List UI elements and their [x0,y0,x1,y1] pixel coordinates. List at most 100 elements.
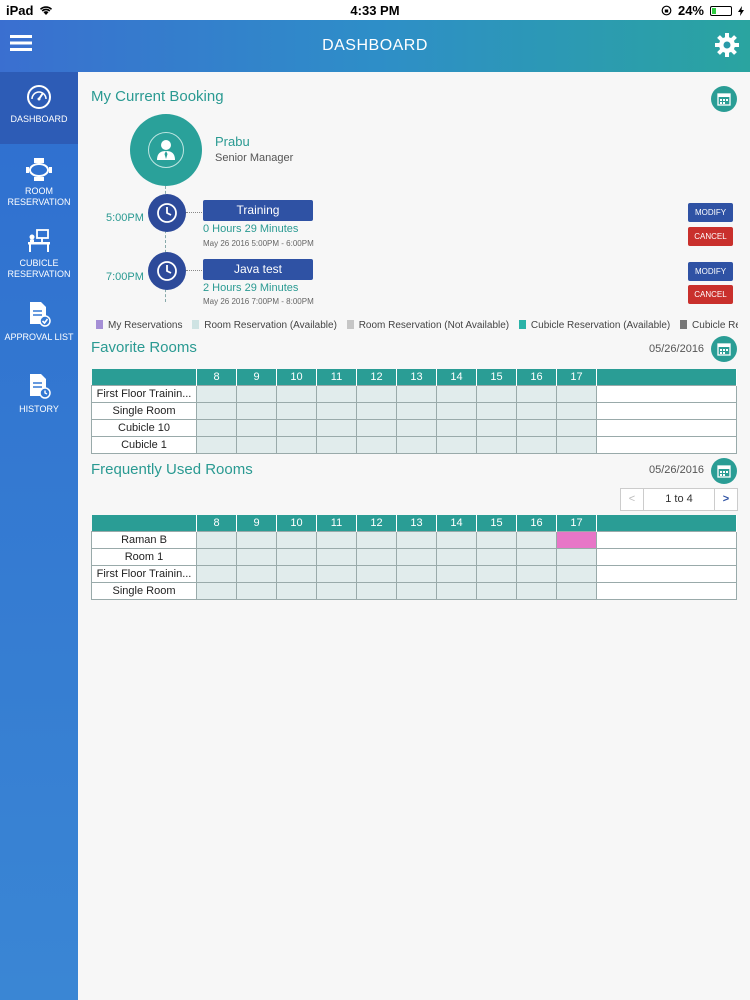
time-slot[interactable] [276,530,317,549]
sidebar-item-dashboard[interactable]: DASHBOARD [0,72,78,144]
favorite-calendar-button[interactable] [711,336,737,362]
time-slot[interactable] [276,435,317,454]
time-slot[interactable] [276,547,317,566]
cancel-button[interactable]: CANCEL [688,285,733,304]
prev-page-button[interactable]: < [621,489,644,510]
time-slot[interactable] [276,564,317,583]
time-slot[interactable] [276,401,317,420]
sidebar-item-cubicle-reservation[interactable]: CUBICLE RESERVATION [0,216,78,288]
time-slot[interactable] [316,401,357,420]
time-slot[interactable] [516,401,557,420]
time-slot[interactable] [196,581,237,600]
time-slot[interactable] [516,530,557,549]
table-row: First Floor Trainin... [91,564,737,583]
time-slot[interactable] [356,401,397,420]
time-slot[interactable] [396,384,437,403]
time-slot[interactable] [396,547,437,566]
time-slot[interactable] [436,564,477,583]
time-slot[interactable] [476,384,517,403]
time-slot[interactable] [196,547,237,566]
time-slot[interactable] [236,530,277,549]
time-slot[interactable] [476,418,517,437]
time-slot[interactable] [396,564,437,583]
frequent-calendar-button[interactable] [711,458,737,484]
time-slot[interactable] [556,581,597,600]
cancel-button[interactable]: CANCEL [688,227,733,246]
time-slot[interactable] [556,564,597,583]
modify-button[interactable]: MODIFY [688,262,733,281]
time-slot[interactable] [316,384,357,403]
time-slot[interactable] [476,564,517,583]
time-slot[interactable] [476,547,517,566]
time-slot[interactable] [316,435,357,454]
time-slot[interactable] [236,435,277,454]
time-slot[interactable] [556,418,597,437]
sidebar-item-approval-list[interactable]: APPROVAL LIST [0,288,78,360]
time-slot[interactable] [236,384,277,403]
time-slot[interactable] [196,401,237,420]
time-slot[interactable] [316,418,357,437]
time-slot[interactable] [516,384,557,403]
booked-slot[interactable] [556,530,597,549]
time-slot[interactable] [396,581,437,600]
time-slot[interactable] [396,401,437,420]
frequent-rooms-title: Frequently Used Rooms [91,461,253,478]
time-slot[interactable] [316,581,357,600]
time-slot[interactable] [436,530,477,549]
time-slot[interactable] [356,530,397,549]
time-slot[interactable] [356,435,397,454]
time-slot[interactable] [436,418,477,437]
time-slot[interactable] [436,547,477,566]
time-slot[interactable] [396,530,437,549]
time-slot[interactable] [276,581,317,600]
time-slot[interactable] [556,401,597,420]
time-slot[interactable] [556,435,597,454]
time-slot[interactable] [476,435,517,454]
time-slot[interactable] [476,581,517,600]
time-slot[interactable] [196,564,237,583]
booking-title[interactable]: Training [203,200,313,221]
next-page-button[interactable]: > [714,489,737,510]
time-slot[interactable] [236,418,277,437]
booking-calendar-button[interactable] [711,86,737,112]
sidebar-item-room-reservation[interactable]: ROOM RESERVATION [0,144,78,216]
booking-title[interactable]: Java test [203,259,313,280]
time-slot[interactable] [516,581,557,600]
time-slot[interactable] [476,530,517,549]
time-slot[interactable] [516,564,557,583]
time-slot[interactable] [436,401,477,420]
time-slot[interactable] [516,435,557,454]
time-slot[interactable] [236,564,277,583]
time-slot[interactable] [316,530,357,549]
time-slot[interactable] [276,418,317,437]
time-slot[interactable] [436,435,477,454]
time-slot[interactable] [316,547,357,566]
time-slot[interactable] [356,581,397,600]
room-name: Cubicle 10 [91,418,197,437]
modify-button[interactable]: MODIFY [688,203,733,222]
time-slot[interactable] [516,418,557,437]
time-slot[interactable] [556,384,597,403]
time-slot[interactable] [476,401,517,420]
time-slot[interactable] [356,418,397,437]
time-slot[interactable] [436,581,477,600]
time-slot[interactable] [196,435,237,454]
settings-button[interactable] [714,32,742,60]
time-slot[interactable] [276,384,317,403]
time-slot[interactable] [516,547,557,566]
time-slot[interactable] [196,418,237,437]
sidebar-item-history[interactable]: HISTORY [0,360,78,432]
time-slot[interactable] [196,384,237,403]
time-slot[interactable] [396,418,437,437]
time-slot[interactable] [396,435,437,454]
time-slot[interactable] [236,547,277,566]
time-slot[interactable] [356,547,397,566]
time-slot[interactable] [236,581,277,600]
time-slot[interactable] [196,530,237,549]
time-slot[interactable] [316,564,357,583]
time-slot[interactable] [356,384,397,403]
time-slot[interactable] [236,401,277,420]
time-slot[interactable] [356,564,397,583]
time-slot[interactable] [556,547,597,566]
time-slot[interactable] [436,384,477,403]
